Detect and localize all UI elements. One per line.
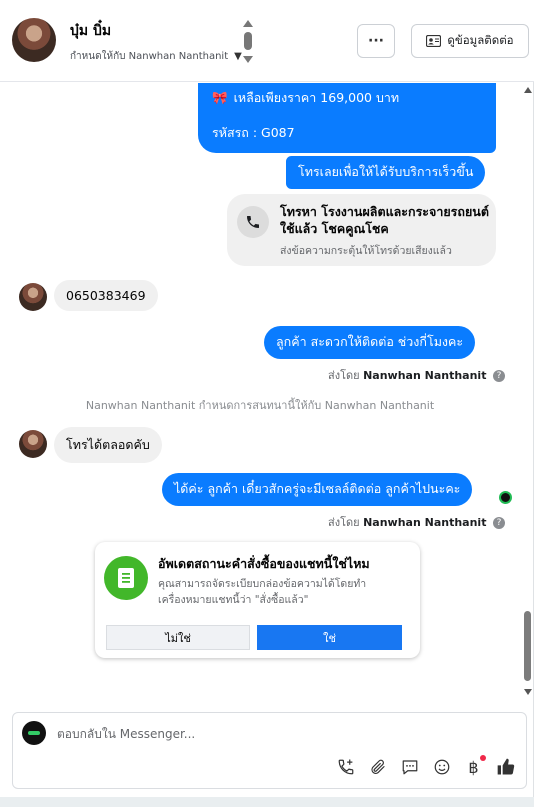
message-text: โทรได้ตลอดคับ bbox=[66, 437, 150, 452]
yes-button[interactable]: ใช่ bbox=[257, 625, 402, 650]
contact-name[interactable]: บุ๋ม บิ๋ม bbox=[70, 20, 111, 42]
scroll-down-icon[interactable] bbox=[524, 689, 532, 695]
sender-name: Nanwhan Nanthanit bbox=[363, 369, 487, 382]
call-title: โทรหา โรงงานผลิตและกระจายรถยนต์ใช้แล้ว โ… bbox=[280, 204, 489, 236]
receipt-icon bbox=[104, 556, 148, 600]
message-text: 0650383469 bbox=[66, 288, 146, 303]
incoming-message[interactable]: 0650383469 bbox=[54, 280, 158, 311]
scroll-up-icon[interactable] bbox=[243, 20, 253, 27]
scroll-thumb[interactable] bbox=[524, 611, 531, 681]
baht-payment-icon[interactable]: ฿ bbox=[463, 754, 486, 778]
assignee-label: กำหนดให้กับ Nanwhan Nanthanit bbox=[70, 51, 229, 62]
price-line: เหลือเพียงราคา 169,000 บาท bbox=[233, 90, 400, 105]
more-options-button[interactable]: ··· bbox=[357, 24, 395, 58]
conversation-header: บุ๋ม บิ๋ม กำหนดให้กับ Nanwhan Nanthanit … bbox=[0, 0, 534, 82]
header-scroll-control[interactable] bbox=[242, 18, 254, 66]
incoming-message[interactable]: โทรได้ตลอดคับ bbox=[54, 427, 162, 463]
sent-by-label: ส่งโดย Nanwhan Nanthanit ? bbox=[328, 513, 505, 531]
view-contact-info-button[interactable]: ดูข้อมูลติดต่อ bbox=[411, 24, 529, 58]
attachment-icon[interactable] bbox=[367, 757, 388, 778]
message-composer: ฿ bbox=[12, 712, 527, 789]
call-subtitle: ส่งข้อความกระตุ้นให้โทรด้วยเสียงแล้ว bbox=[280, 245, 452, 257]
help-icon[interactable]: ? bbox=[492, 517, 505, 529]
reply-input[interactable] bbox=[57, 725, 477, 743]
outgoing-message[interactable]: 🎀 เหลือเพียงราคา 169,000 บาท รหัสรถ : G0… bbox=[198, 83, 496, 153]
view-contact-info-label: ดูข้อมูลติดต่อ bbox=[447, 33, 514, 47]
card-description: คุณสามารถจัดระเบียบกล่องข้อความได้โดยทำเ… bbox=[158, 578, 367, 607]
outgoing-message[interactable]: ได้ค่ะ ลูกค้า เดี๋ยวสักครู่จะมีเซลล์ติดต… bbox=[162, 473, 473, 506]
message-list-scrollbar[interactable] bbox=[521, 83, 534, 700]
no-button[interactable]: ไม่ใช่ bbox=[106, 625, 250, 650]
seen-avatar-indicator bbox=[499, 491, 512, 504]
composer-toolbar: ฿ bbox=[335, 754, 516, 778]
system-assignment-note: Nanwhan Nanthanit กำหนดการสนทนานี้ให้กับ… bbox=[85, 399, 435, 412]
contact-avatar bbox=[19, 430, 47, 458]
phone-icon bbox=[237, 206, 269, 238]
ribbon-icon: 🎀 bbox=[212, 90, 228, 105]
emoji-icon[interactable] bbox=[431, 757, 452, 778]
chat-window: บุ๋ม บิ๋ม กำหนดให้กับ Nanwhan Nanthanit … bbox=[0, 0, 534, 797]
contact-avatar bbox=[19, 283, 47, 311]
message-text: ลูกค้า สะดวกให้ติดต่อ ช่วงกี่โมงคะ bbox=[276, 334, 464, 349]
sent-by-prefix: ส่งโดย bbox=[328, 516, 360, 529]
contact-avatar[interactable] bbox=[12, 18, 56, 62]
scroll-thumb[interactable] bbox=[244, 32, 252, 50]
order-status-prompt-card: อัพเดตสถานะคำสั่งซื้อของแชทนี้ใช่ไหม คุณ… bbox=[95, 542, 420, 658]
sent-by-label: ส่งโดย Nanwhan Nanthanit ? bbox=[328, 366, 505, 384]
window-bottom-edge bbox=[0, 797, 534, 807]
car-code-line: รหัสรถ : G087 bbox=[212, 124, 295, 140]
call-request-card[interactable]: โทรหา โรงงานผลิตและกระจายรถยนต์ใช้แล้ว โ… bbox=[227, 194, 496, 266]
contact-card-icon bbox=[426, 35, 442, 47]
scroll-up-icon[interactable] bbox=[524, 87, 532, 93]
scroll-down-icon[interactable] bbox=[243, 56, 253, 63]
page-avatar bbox=[22, 721, 46, 745]
card-title: อัพเดตสถานะคำสั่งซื้อของแชทนี้ใช่ไหม bbox=[158, 556, 370, 571]
sent-by-prefix: ส่งโดย bbox=[328, 369, 360, 382]
message-text: โทรเลยเพื่อให้ได้รับบริการเร็วขึ้น bbox=[298, 164, 474, 179]
outgoing-message[interactable]: โทรเลยเพื่อให้ได้รับบริการเร็วขึ้น bbox=[286, 156, 486, 189]
outgoing-message[interactable]: ลูกค้า สะดวกให้ติดต่อ ช่วงกี่โมงคะ bbox=[264, 326, 476, 359]
notification-dot bbox=[480, 754, 486, 761]
message-text: ได้ค่ะ ลูกค้า เดี๋ยวสักครู่จะมีเซลล์ติดต… bbox=[174, 481, 461, 496]
thumbs-up-icon[interactable] bbox=[495, 757, 516, 778]
help-icon[interactable]: ? bbox=[492, 370, 505, 382]
caret-down-icon: ▼ bbox=[234, 51, 242, 62]
assignee-selector[interactable]: กำหนดให้กับ Nanwhan Nanthanit ▼ bbox=[70, 49, 242, 64]
call-add-icon[interactable] bbox=[335, 757, 356, 778]
message-list: 🎀 เหลือเพียงราคา 169,000 บาท รหัสรถ : G0… bbox=[0, 83, 520, 700]
saved-reply-icon[interactable] bbox=[399, 757, 420, 778]
sender-name: Nanwhan Nanthanit bbox=[363, 516, 487, 529]
